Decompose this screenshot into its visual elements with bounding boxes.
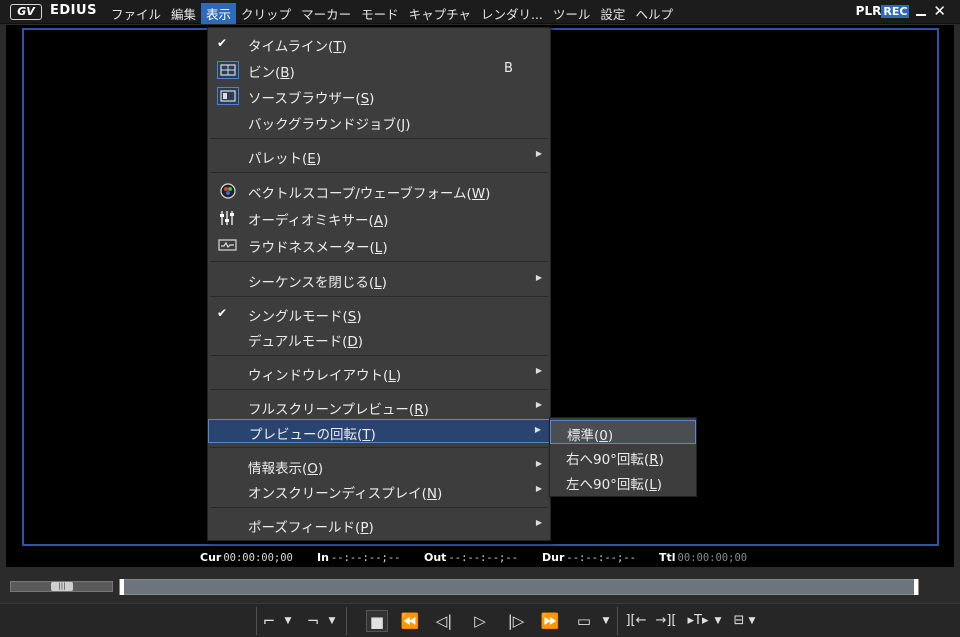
menu-item-audio-mixer[interactable]: オーディオミキサー(A) [208, 206, 550, 230]
set-out-icon[interactable]: ¬ [306, 610, 320, 632]
menu-item-preview-rotation[interactable]: プレビューの回転(T) ▶ [208, 419, 550, 443]
fast-forward-icon[interactable]: ⏩ [536, 610, 564, 632]
submenu-arrow-icon: ▶ [535, 273, 542, 282]
shuttle-knob-icon[interactable]: ||| [51, 582, 73, 591]
position-scrubber[interactable] [119, 579, 919, 595]
menu-item-window-layout[interactable]: ウィンドウレイアウト(L) ▶ [208, 361, 550, 385]
submenu-arrow-icon: ▶ [535, 149, 542, 158]
menu-tools[interactable]: ツール [548, 3, 596, 24]
submenu-arrow-icon: ▶ [535, 484, 542, 493]
menu-separator [210, 172, 548, 173]
timecode-bar: Cur 00:00:00;00 In --:--:--;-- Out --:--:--… [6, 549, 954, 567]
menu-bar: ファイル 編集 表示 クリップ マーカー モード キャプチャ レンダリ... ツ… [106, 3, 678, 24]
window-controls: PLR REC ✕ [856, 4, 946, 19]
play-icon[interactable]: ▷ [466, 610, 494, 632]
checkmark-icon: ✔ [217, 36, 228, 50]
edit-dropdown-icon[interactable]: ▼ [712, 610, 724, 632]
match-dropdown-icon[interactable]: ▼ [746, 610, 758, 632]
menu-edit[interactable]: 編集 [166, 3, 201, 24]
set-in-dropdown-icon[interactable]: ▼ [282, 610, 294, 632]
tc-cur: Cur 00:00:00;00 [200, 551, 293, 564]
menu-item-bin[interactable]: ビン(B) B [208, 58, 550, 82]
menu-separator [210, 507, 548, 508]
rewind-icon[interactable]: ⏪ [396, 610, 424, 632]
divider [346, 607, 347, 635]
plr-mode-button[interactable]: PLR [856, 4, 882, 18]
menu-item-dual-mode[interactable]: デュアルモード(D) [208, 327, 550, 351]
gv-logo: GV [10, 4, 42, 20]
step-forward-icon[interactable]: |▷ [502, 610, 530, 632]
loop-play-icon[interactable]: ▭ [570, 610, 598, 632]
menu-clip[interactable]: クリップ [236, 3, 296, 24]
submenu-item-rotate-left[interactable]: 左へ90°回転(L) [550, 470, 696, 494]
menu-item-info-display[interactable]: 情報表示(O) ▶ [208, 454, 550, 478]
menu-help[interactable]: ヘルプ [630, 3, 678, 24]
divider [256, 607, 257, 635]
menu-item-pause-field[interactable]: ポーズフィールド(P) ▶ [208, 513, 550, 537]
scrubber-area: ||| [0, 570, 960, 602]
loudness-meter-icon [217, 236, 239, 254]
menu-item-single-mode[interactable]: ✔ シングルモード(S) [208, 302, 550, 326]
menu-item-close-sequence[interactable]: シーケンスを閉じる(L) ▶ [208, 268, 550, 292]
view-menu-dropdown: ✔ タイムライン(T) ビン(B) B ソースブラウザー(S) バックグラウンド… [207, 27, 551, 541]
menu-settings[interactable]: 設定 [595, 3, 630, 24]
menu-view[interactable]: 表示 [201, 3, 237, 24]
set-in-icon[interactable]: ⌐ [262, 610, 276, 632]
vectorscope-icon [217, 182, 239, 200]
menu-item-vectorscope[interactable]: ベクトルスコープ/ウェーブフォーム(W) [208, 179, 550, 203]
source-browser-icon [217, 87, 239, 105]
menu-item-onscreen-display[interactable]: オンスクリーンディスプレイ(N) ▶ [208, 479, 550, 503]
scrubber-start-handle[interactable] [120, 579, 124, 595]
audio-mixer-icon [217, 209, 239, 227]
menu-separator [210, 261, 548, 262]
menu-marker[interactable]: マーカー [296, 3, 356, 24]
menu-separator [210, 355, 548, 356]
tc-ttl: Ttl 00:00:00;00 [659, 551, 748, 564]
menu-separator [210, 138, 548, 139]
submenu-arrow-icon: ▶ [535, 459, 542, 468]
menu-mode[interactable]: モード [356, 3, 404, 24]
step-back-icon[interactable]: ◁| [430, 610, 458, 632]
three-point-edit-icon[interactable]: ▸T▸ [686, 610, 710, 632]
menu-item-background-job[interactable]: バックグラウンドジョブ(J) [208, 110, 550, 134]
submenu-arrow-icon: ▶ [534, 425, 541, 434]
submenu-item-rotate-right[interactable]: 右へ90°回転(R) [550, 445, 696, 469]
minimize-button[interactable] [915, 4, 927, 18]
menu-render[interactable]: レンダリ... [476, 3, 548, 24]
menu-item-source-browser[interactable]: ソースブラウザー(S) [208, 84, 550, 108]
preview-rotation-submenu: 標準(0) 右へ90°回転(R) 左へ90°回転(L) [549, 417, 697, 497]
menu-item-loudness-meter[interactable]: ラウドネスメーター(L) [208, 233, 550, 257]
set-out-dropdown-icon[interactable]: ▼ [326, 610, 338, 632]
menu-item-palette[interactable]: パレット(E) ▶ [208, 144, 550, 168]
divider [617, 607, 618, 635]
submenu-arrow-icon: ▶ [535, 400, 542, 409]
menu-item-timeline[interactable]: ✔ タイムライン(T) [208, 32, 550, 56]
menu-separator [210, 389, 548, 390]
play-dropdown-icon[interactable]: ▼ [600, 610, 612, 632]
tc-in: In --:--:--;-- [317, 551, 401, 564]
submenu-arrow-icon: ▶ [535, 366, 542, 375]
submenu-arrow-icon: ▶ [535, 518, 542, 527]
close-icon[interactable]: ✕ [933, 4, 946, 19]
tc-dur: Dur --:--:--;-- [542, 551, 636, 564]
overwrite-to-timeline-icon[interactable]: →][ [654, 610, 678, 632]
tc-out: Out --:--:--;-- [424, 551, 518, 564]
rec-mode-button[interactable]: REC [881, 4, 910, 18]
title-bar: GV EDIUS ファイル 編集 表示 クリップ マーカー モード キャプチャ … [0, 0, 960, 24]
scrubber-end-handle[interactable] [914, 579, 918, 595]
stop-icon[interactable]: ■ [366, 610, 388, 632]
menu-capture[interactable]: キャプチャ [404, 3, 476, 24]
checkmark-icon: ✔ [217, 306, 228, 320]
app-name: EDIUS [50, 3, 97, 18]
menu-item-fullscreen-preview[interactable]: フルスクリーンプレビュー(R) ▶ [208, 395, 550, 419]
menu-separator [210, 447, 548, 448]
menu-file[interactable]: ファイル [106, 3, 166, 24]
shuttle-slider[interactable]: ||| [10, 581, 113, 592]
shortcut-label: B [504, 61, 513, 76]
submenu-item-standard[interactable]: 標準(0) [550, 420, 696, 444]
insert-to-timeline-icon[interactable]: ][← [624, 610, 648, 632]
bin-icon [217, 61, 239, 79]
transport-bar: ⌐ ▼ ¬ ▼ ■ ⏪ ◁| ▷ |▷ ⏩ ▭ ▼ ][← →][ ▸T▸ ▼ … [0, 603, 960, 637]
menu-separator [210, 296, 548, 297]
